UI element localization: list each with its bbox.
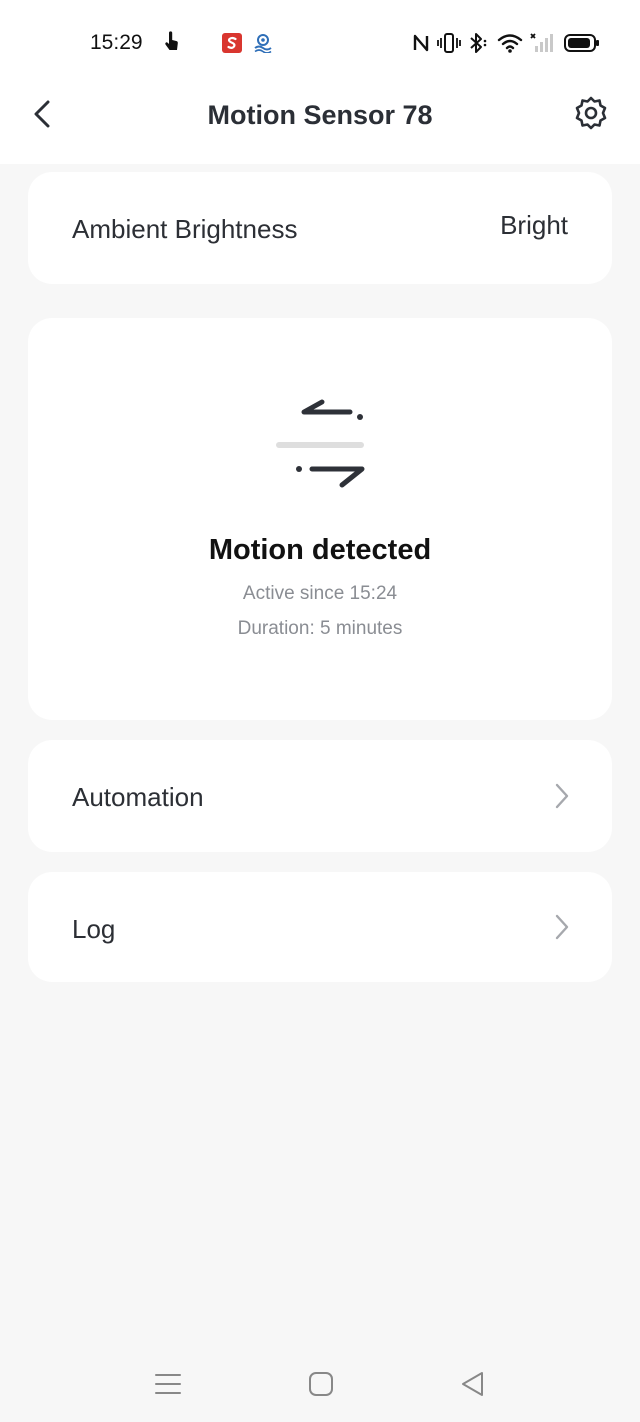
- battery-icon: [564, 34, 599, 52]
- home-square-icon: [309, 1372, 333, 1396]
- home-button[interactable]: [306, 1370, 336, 1398]
- bluetooth-icon: [470, 33, 487, 53]
- page-title: Motion Sensor 78: [207, 100, 433, 130]
- ambient-brightness-card: Ambient Brightness Bright: [28, 172, 612, 284]
- cellular-signal-icon: [530, 33, 553, 52]
- status-bar: 15:29: [0, 0, 640, 80]
- wifi-icon: [497, 34, 523, 53]
- menu-lines-icon: [155, 1374, 181, 1394]
- ambient-brightness-value: Bright: [500, 210, 568, 240]
- back-nav-button[interactable]: [458, 1370, 488, 1398]
- log-label: Log: [72, 914, 116, 944]
- duration-text: Duration: 5 minutes: [237, 618, 403, 639]
- motion-arrows-icon: [276, 399, 365, 488]
- app-notification-wave-icon: [254, 34, 272, 53]
- ambient-brightness-label: Ambient Brightness: [72, 214, 298, 244]
- automation-label: Automation: [72, 782, 204, 812]
- active-since-text: Active since 15:24: [242, 583, 398, 604]
- nfc-icon: [413, 34, 429, 52]
- status-time: 15:29: [90, 31, 143, 54]
- back-triangle-icon: [462, 1372, 483, 1396]
- motion-status-card: Motion detected Active since 15:24 Durat…: [28, 318, 612, 720]
- chevron-right-icon: [555, 914, 569, 940]
- app-notification-s-icon: [222, 33, 242, 53]
- system-nav-bar: [0, 1342, 640, 1422]
- automation-row[interactable]: Automation: [28, 740, 612, 852]
- touch-hand-icon: [165, 31, 178, 50]
- motion-status-title: Motion detected: [208, 534, 432, 566]
- recent-apps-button[interactable]: [153, 1370, 183, 1398]
- vibrate-icon: [437, 33, 461, 53]
- settings-button[interactable]: [572, 94, 610, 132]
- chevron-right-icon: [555, 783, 569, 809]
- app-header: Motion Sensor 78: [0, 80, 640, 164]
- gear-icon: [575, 96, 607, 130]
- log-row[interactable]: Log: [28, 872, 612, 982]
